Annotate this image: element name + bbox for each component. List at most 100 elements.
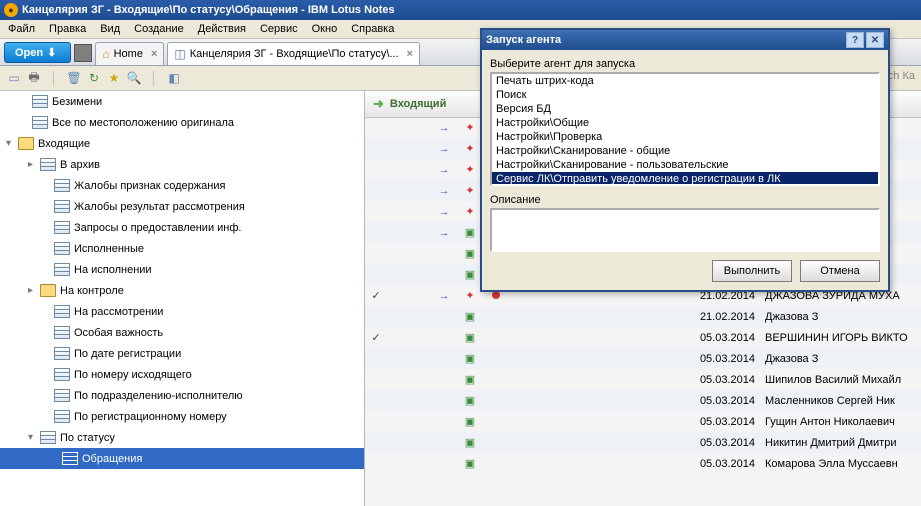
table-row[interactable]: ▣05.03.2014Никитин Дмитрий Дмитри — [365, 432, 921, 453]
open-button-label: Open — [15, 47, 43, 59]
window-titlebar: ● Канцелярия ЗГ - Входящие\По статусу\Об… — [0, 0, 921, 20]
tree-label: Запросы о предоставлении инф. — [74, 222, 241, 234]
tree-item-na-kontrole[interactable]: ▸На контроле — [0, 280, 364, 301]
dialog-body: Выберите агент для запуска Печать штрих-… — [482, 50, 888, 290]
tree-item-na-rassm[interactable]: На рассмотрении — [0, 301, 364, 322]
tree-label: По подразделению-исполнителю — [74, 390, 243, 402]
tree-label: В архив — [60, 159, 100, 171]
tree-item-bezimeni[interactable]: Безимени — [0, 91, 364, 112]
tree-item-po-date[interactable]: По дате регистрации — [0, 343, 364, 364]
tree-label: Особая важность — [74, 327, 163, 339]
tree-label: Все по местоположению оригинала — [52, 117, 234, 129]
search-hint: ch Ка — [888, 70, 915, 82]
menu-actions[interactable]: Действия — [192, 23, 252, 35]
print-icon[interactable]: 🖶 — [26, 70, 42, 86]
run-agent-dialog: Запуск агента ? ✕ Выберите агент для зап… — [480, 28, 890, 292]
help-icon[interactable]: ? — [846, 32, 864, 48]
search-icon[interactable]: 🔍 — [126, 70, 142, 86]
tree-item-na-ispoln[interactable]: На исполнении — [0, 259, 364, 280]
dialog-title: Запуск агента — [486, 34, 561, 46]
menu-help[interactable]: Справка — [345, 23, 400, 35]
tree-label: Жалобы результат рассмотрения — [74, 201, 245, 213]
refresh-icon[interactable]: ↻ — [86, 70, 102, 86]
menu-service[interactable]: Сервис — [254, 23, 304, 35]
tree-label: По дате регистрации — [74, 348, 181, 360]
nav-square-icon[interactable] — [74, 44, 92, 62]
tool-doc-icon[interactable]: ▭ — [6, 70, 22, 86]
tree-item-zhaloby-prizn[interactable]: Жалобы признак содержания — [0, 175, 364, 196]
tool-icon[interactable]: ◧ — [166, 70, 182, 86]
tree-label: По регистрационному номеру — [74, 411, 227, 423]
tree-label: По номеру исходящего — [74, 369, 192, 381]
tree-item-obrashcheniya[interactable]: Обращения — [0, 448, 364, 469]
window-title: Канцелярия ЗГ - Входящие\По статусу\Обра… — [22, 4, 395, 16]
menu-edit[interactable]: Правка — [43, 23, 92, 35]
incoming-arrow-icon: ➜ — [373, 96, 384, 112]
tree-label: На рассмотрении — [74, 306, 163, 318]
table-row[interactable]: ▣05.03.2014Гущин Антон Николаевич — [365, 411, 921, 432]
trash-icon[interactable]: 🗑 — [66, 70, 82, 86]
tree-item-zhaloby-rezult[interactable]: Жалобы результат рассмотрения — [0, 196, 364, 217]
separator: │ — [46, 70, 62, 86]
table-row[interactable]: ▣05.03.2014Масленников Сергей Ник — [365, 390, 921, 411]
separator: │ — [146, 70, 162, 86]
description-box[interactable] — [490, 208, 880, 252]
tree-label: На контроле — [60, 285, 124, 297]
run-button[interactable]: Выполнить — [712, 260, 792, 282]
tree-item-po-podrazd[interactable]: По подразделению-исполнителю — [0, 385, 364, 406]
app-icon: ● — [4, 3, 18, 17]
agent-list-item[interactable]: Сервис ЛК\Отправить уведомление о регист… — [492, 172, 878, 186]
table-row[interactable]: ▣05.03.2014Комарова Элла Муссаевн — [365, 453, 921, 474]
menu-window[interactable]: Окно — [306, 23, 344, 35]
table-row[interactable]: ▣21.02.2014Джазова З — [365, 306, 921, 327]
tree-item-po-reg-nom[interactable]: По регистрационному номеру — [0, 406, 364, 427]
select-agent-label: Выберите агент для запуска — [490, 58, 880, 70]
tree-item-vhod[interactable]: ▾Входящие — [0, 133, 364, 154]
agent-list-item[interactable]: Настройки\Общие — [492, 116, 878, 130]
agent-listbox[interactable]: Печать штрих-кодаПоискВерсия БДНастройки… — [490, 72, 880, 186]
agent-list-item[interactable]: Настройки\Сканирование - общие — [492, 144, 878, 158]
dialog-titlebar[interactable]: Запуск агента ? ✕ — [482, 30, 888, 50]
tab-home-label: Home — [114, 48, 143, 60]
tree-item-po-statusu[interactable]: ▾По статусу — [0, 427, 364, 448]
description-label: Описание — [490, 194, 880, 206]
navigation-tree[interactable]: Безимени Все по местоположению оригинала… — [0, 91, 365, 506]
tree-item-ispolnennye[interactable]: Исполненные — [0, 238, 364, 259]
tree-label: Обращения — [82, 453, 142, 465]
table-row[interactable]: ▣05.03.2014Джазова З — [365, 348, 921, 369]
agent-list-item[interactable]: Версия БД — [492, 102, 878, 116]
tree-label: Исполненные — [74, 243, 144, 255]
tab-document-label: Канцелярия ЗГ - Входящие\По статусу\... — [190, 48, 399, 60]
close-icon[interactable]: × — [151, 48, 157, 60]
close-icon[interactable]: ✕ — [866, 32, 884, 48]
close-icon[interactable]: × — [407, 48, 413, 60]
menu-view[interactable]: Вид — [94, 23, 126, 35]
home-icon: ⌂ — [102, 47, 109, 61]
table-row[interactable]: ✓▣05.03.2014ВЕРШИНИН ИГОРЬ ВИКТО — [365, 327, 921, 348]
menu-file[interactable]: Файл — [2, 23, 41, 35]
tree-label: Входящие — [38, 138, 90, 150]
tree-label: Жалобы признак содержания — [74, 180, 225, 192]
table-row[interactable]: ▣05.03.2014Шипилов Василий Михайл — [365, 369, 921, 390]
tree-item-v-arhiv[interactable]: ▸В архив — [0, 154, 364, 175]
tree-item-po-nomeru-ish[interactable]: По номеру исходящего — [0, 364, 364, 385]
agent-list-item[interactable]: Настройки\Сканирование - пользовательски… — [492, 158, 878, 172]
tree-item-osobaya[interactable]: Особая важность — [0, 322, 364, 343]
view-header-label: Входящий — [390, 98, 446, 110]
tab-home[interactable]: ⌂ Home × — [95, 42, 164, 65]
tree-label: Безимени — [52, 96, 102, 108]
tree-item-zaprosy[interactable]: Запросы о предоставлении инф. — [0, 217, 364, 238]
agent-list-item[interactable]: Печать штрих-кода — [492, 74, 878, 88]
tree-item-vse-po[interactable]: Все по местоположению оригинала — [0, 112, 364, 133]
agent-list-item[interactable]: Настройки\Проверка — [492, 130, 878, 144]
agent-list-item[interactable]: Поиск — [492, 88, 878, 102]
tree-label: По статусу — [60, 432, 115, 444]
menu-create[interactable]: Создание — [128, 23, 190, 35]
star-icon[interactable]: ★ — [106, 70, 122, 86]
tab-document[interactable]: ◫ Канцелярия ЗГ - Входящие\По статусу\..… — [167, 42, 420, 65]
tree-label: На исполнении — [74, 264, 152, 276]
down-arrow-icon: ⬇ — [47, 46, 56, 59]
cancel-button[interactable]: Отмена — [800, 260, 880, 282]
open-button[interactable]: Open ⬇ — [4, 42, 71, 63]
document-icon: ◫ — [174, 47, 185, 61]
